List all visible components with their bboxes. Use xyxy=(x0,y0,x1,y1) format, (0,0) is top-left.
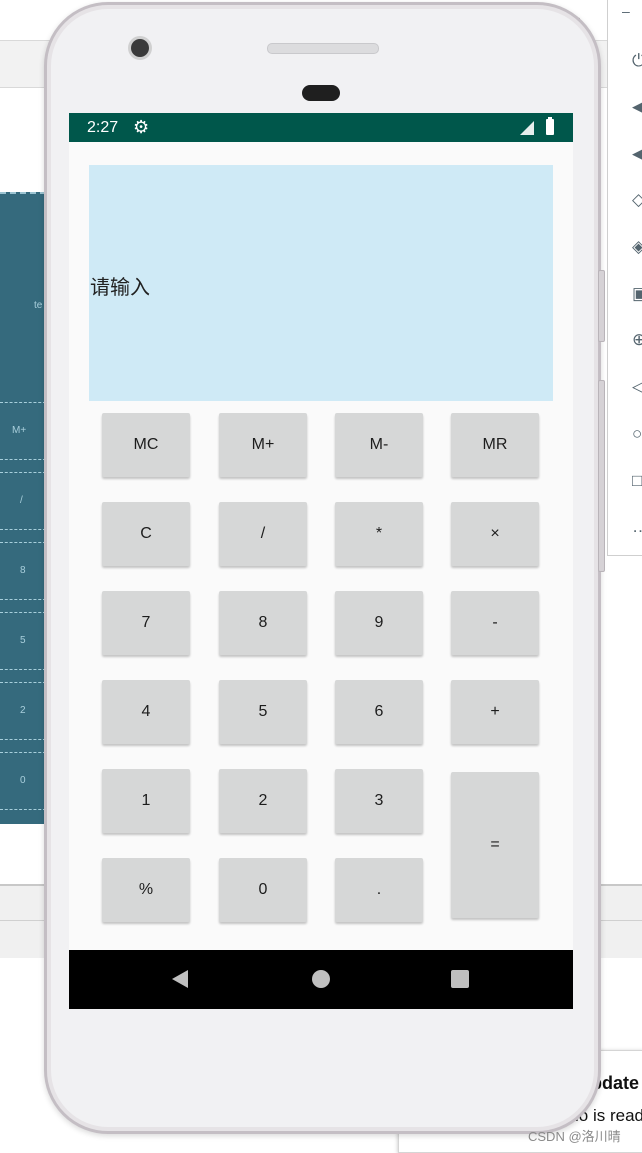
mr-button[interactable]: MR xyxy=(451,413,539,477)
digit-4-button[interactable]: 4 xyxy=(102,680,190,744)
digit-3-button[interactable]: 3 xyxy=(335,769,423,833)
rotate-left-icon[interactable]: ◇ xyxy=(632,191,642,209)
android-nav-bar xyxy=(69,950,573,1009)
gear-icon: ⚙ xyxy=(133,117,150,137)
digit-0-button[interactable]: 0 xyxy=(219,858,307,922)
earpiece-speaker xyxy=(267,43,379,54)
camera-icon[interactable]: ▣ xyxy=(632,285,642,303)
digit-6-button[interactable]: 6 xyxy=(335,680,423,744)
multiply-button[interactable]: * xyxy=(335,502,423,566)
volume-rocker xyxy=(598,380,605,572)
power-button xyxy=(598,270,605,342)
watermark: CSDN @洛川晴 xyxy=(528,1129,621,1144)
status-bar: 2:27 ⚙ xyxy=(69,113,573,142)
recents-square-icon[interactable] xyxy=(451,970,469,988)
layout-blueprint-preview: te M+ / 8 5 2 0 xyxy=(0,192,46,824)
digit-2-button[interactable]: 2 xyxy=(219,769,307,833)
minimize-icon[interactable]: – xyxy=(622,2,640,20)
equals-button[interactable]: = xyxy=(451,772,539,918)
decimal-point-button[interactable]: . xyxy=(335,858,423,922)
digit-7-button[interactable]: 7 xyxy=(102,591,190,655)
overview-icon[interactable]: □ xyxy=(632,472,642,490)
blueprint-cell: 0 xyxy=(0,752,46,810)
back-icon[interactable]: ◁ xyxy=(632,378,642,396)
volume-down-icon[interactable]: ◀ xyxy=(632,145,642,163)
volume-up-icon[interactable]: ◀ xyxy=(632,98,642,116)
blueprint-cell: / xyxy=(0,472,46,530)
percent-button[interactable]: % xyxy=(102,858,190,922)
times-button[interactable]: × xyxy=(451,502,539,566)
clear-button[interactable]: C xyxy=(102,502,190,566)
mc-button[interactable]: MC xyxy=(102,413,190,477)
front-camera xyxy=(131,39,149,57)
digit-9-button[interactable]: 9 xyxy=(335,591,423,655)
plus-button[interactable]: + xyxy=(451,680,539,744)
minus-button[interactable]: - xyxy=(451,591,539,655)
calculator-display[interactable]: 请输入 xyxy=(89,165,553,401)
proximity-sensor xyxy=(302,85,340,101)
digit-1-button[interactable]: 1 xyxy=(102,769,190,833)
signal-icon xyxy=(520,121,534,135)
blueprint-cell: 2 xyxy=(0,682,46,740)
rotate-right-icon[interactable]: ◈ xyxy=(632,238,642,256)
digit-5-button[interactable]: 5 xyxy=(219,680,307,744)
m-minus-button[interactable]: M- xyxy=(335,413,423,477)
power-icon[interactable]: ⏻ xyxy=(632,52,642,70)
blueprint-cell: 5 xyxy=(0,612,46,670)
back-triangle-icon[interactable] xyxy=(172,970,188,988)
digit-8-button[interactable]: 8 xyxy=(219,591,307,655)
zoom-icon[interactable]: ⊕ xyxy=(632,331,642,349)
blueprint-cell: M+ xyxy=(0,402,46,460)
blueprint-label: te xyxy=(34,300,43,311)
more-icon[interactable]: … xyxy=(632,518,642,536)
battery-icon xyxy=(546,117,554,135)
m-plus-button[interactable]: M+ xyxy=(219,413,307,477)
blueprint-cell: 8 xyxy=(0,542,46,600)
display-hint: 请输入 xyxy=(90,277,150,299)
status-time: 2:27 xyxy=(87,119,119,136)
divide-button[interactable]: / xyxy=(219,502,307,566)
home-icon[interactable]: ○ xyxy=(632,425,642,443)
home-circle-icon[interactable] xyxy=(312,970,330,988)
phone-screen: 2:27 ⚙ 请输入 MC M+ M- MR C / * × 7 8 9 - 4… xyxy=(69,113,573,1009)
emulator-side-toolbar: – ⏻ ◀ ◀ ◇ ◈ ▣ ⊕ ◁ ○ □ … xyxy=(607,0,642,556)
